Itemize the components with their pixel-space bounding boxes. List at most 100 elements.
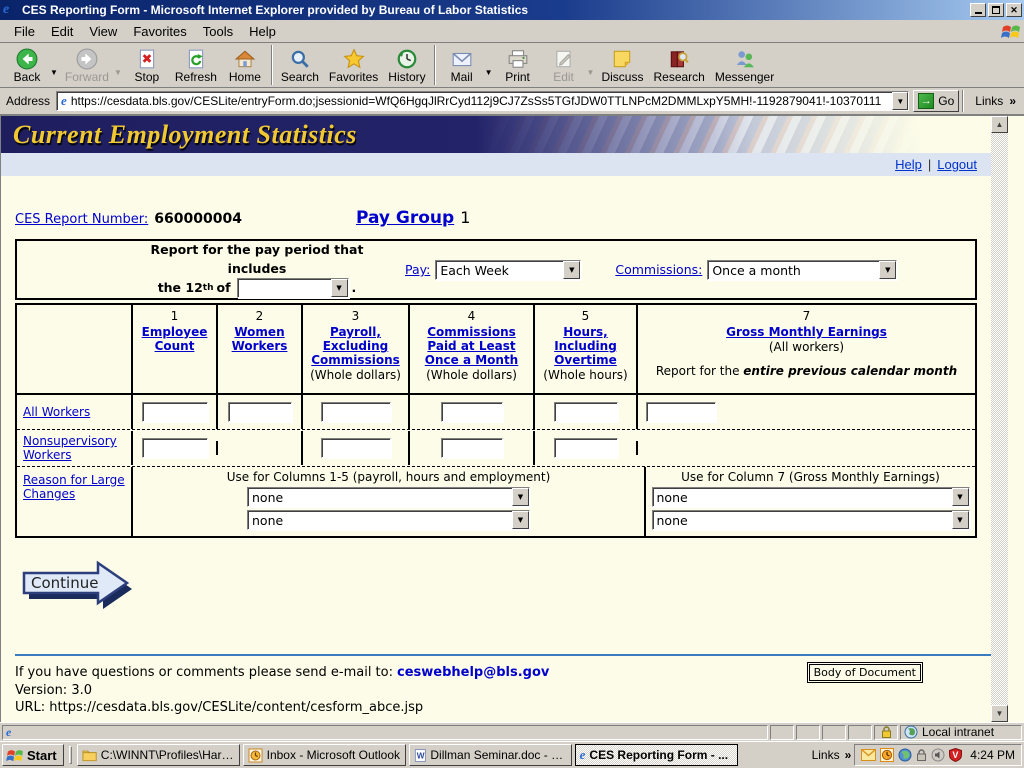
task-word-window[interactable]: W Dillman Seminar.doc - Mic... <box>409 744 572 766</box>
ns-payroll-input[interactable] <box>321 438 391 458</box>
maximize-button[interactable] <box>988 3 1004 17</box>
scroll-down-icon[interactable]: ▼ <box>991 705 1008 722</box>
discuss-icon <box>611 48 633 70</box>
aw-employee-count-input[interactable] <box>142 402 208 422</box>
menu-tools[interactable]: Tools <box>195 22 241 41</box>
hours-link[interactable]: Hours, Including Overtime <box>554 325 617 367</box>
header-payroll: 3 Payroll, Excluding Commissions (Whole … <box>301 305 408 393</box>
back-button[interactable]: Back <box>4 45 50 86</box>
forward-dropdown-icon[interactable]: ▼ <box>114 68 122 77</box>
aw-women-workers-input[interactable] <box>228 402 292 422</box>
ns-employee-count-input[interactable] <box>142 438 208 458</box>
chevron-double-icon[interactable]: » <box>845 748 852 762</box>
pay-frequency-select[interactable]: Each Week ▼ <box>435 260 581 280</box>
ces-report-number-link[interactable]: CES Report Number: <box>15 212 148 227</box>
favorites-button[interactable]: Favorites <box>324 45 383 86</box>
menu-edit[interactable]: Edit <box>43 22 81 41</box>
history-button[interactable]: History <box>383 45 430 86</box>
dropdown-arrow-icon[interactable]: ▼ <box>879 261 896 279</box>
aw-hours-input[interactable] <box>554 402 618 422</box>
women-workers-link[interactable]: Women Workers <box>232 325 288 353</box>
nonsupervisory-link[interactable]: Nonsupervisory Workers <box>23 434 117 462</box>
dropdown-arrow-icon[interactable]: ▼ <box>952 488 969 506</box>
print-button[interactable]: Print <box>495 45 541 86</box>
ns-hours-input[interactable] <box>554 438 618 458</box>
address-input[interactable] <box>71 93 892 109</box>
edit-dropdown-icon[interactable]: ▼ <box>587 68 595 77</box>
aw-gross-earnings-input[interactable] <box>646 402 716 422</box>
home-button[interactable]: Home <box>222 45 268 86</box>
employee-count-link[interactable]: Employee Count <box>142 325 208 353</box>
taskbar-links-toolbar[interactable]: Links » <box>812 748 852 762</box>
title-bar: e CES Reporting Form - Microsoft Interne… <box>0 0 1024 20</box>
help-link[interactable]: Help <box>895 157 922 172</box>
menu-view[interactable]: View <box>81 22 125 41</box>
chevron-double-icon[interactable]: » <box>1009 94 1016 108</box>
commissions-link[interactable]: Commissions: <box>615 262 702 277</box>
dropdown-arrow-icon[interactable]: ▼ <box>512 488 529 506</box>
outlook-icon <box>248 748 263 763</box>
back-dropdown-icon[interactable]: ▼ <box>50 68 58 77</box>
task-ces-window[interactable]: e CES Reporting Form - ... <box>575 744 738 766</box>
pay-group-link[interactable]: Pay Group <box>356 208 454 228</box>
reason-col-7-select-1[interactable]: none ▼ <box>652 487 970 507</box>
folder-icon <box>82 748 97 762</box>
help-email-link[interactable]: ceswebhelp@bls.gov <box>397 665 549 680</box>
pay-link[interactable]: Pay: <box>405 262 430 277</box>
dropdown-arrow-icon[interactable]: ▼ <box>512 511 529 529</box>
reason-cols-1-5-select-2[interactable]: none ▼ <box>247 510 530 530</box>
menu-file[interactable]: File <box>6 22 43 41</box>
menu-favorites[interactable]: Favorites <box>125 22 194 41</box>
all-workers-link[interactable]: All Workers <box>23 405 90 419</box>
header-women-workers: 2 Women Workers <box>216 305 301 393</box>
start-button[interactable]: Start <box>2 744 64 766</box>
tray-volume-icon <box>931 748 945 762</box>
help-bar: Help | Logout <box>1 153 991 176</box>
clock[interactable]: 4:24 PM <box>970 748 1015 762</box>
reason-cols-1-5-select-1[interactable]: none ▼ <box>247 487 530 507</box>
discuss-button[interactable]: Discuss <box>596 45 648 86</box>
mail-dropdown-icon[interactable]: ▼ <box>485 68 493 77</box>
reason-large-changes-link[interactable]: Reason for Large Changes <box>23 473 125 501</box>
pay-period-month-select[interactable]: ▼ <box>237 278 349 298</box>
continue-button[interactable]: Continue <box>19 560 137 610</box>
stop-button[interactable]: Stop <box>124 45 170 86</box>
refresh-button[interactable]: Refresh <box>170 45 222 86</box>
minimize-button[interactable] <box>970 3 986 17</box>
dropdown-arrow-icon[interactable]: ▼ <box>563 261 580 279</box>
logout-link[interactable]: Logout <box>937 157 977 172</box>
messenger-button[interactable]: Messenger <box>710 45 779 86</box>
body-of-document-button[interactable]: Body of Document <box>809 664 921 681</box>
dropdown-arrow-icon[interactable]: ▼ <box>331 279 348 297</box>
links-toolbar[interactable]: Links » <box>967 94 1020 108</box>
research-button[interactable]: Research <box>648 45 709 86</box>
mail-button[interactable]: Mail <box>439 45 485 86</box>
aw-commissions-input[interactable] <box>441 402 503 422</box>
go-button[interactable]: → Go <box>913 90 959 112</box>
taskbar-grip <box>69 746 72 764</box>
commissions-paid-link[interactable]: Commissions Paid at Least Once a Month <box>425 325 518 367</box>
menu-help[interactable]: Help <box>241 22 284 41</box>
search-button[interactable]: Search <box>276 45 324 86</box>
task-outlook-window[interactable]: Inbox - Microsoft Outlook <box>243 744 406 766</box>
report-table: 1 Employee Count 2 Women Workers 3 Payro… <box>15 303 977 538</box>
gross-earnings-link[interactable]: Gross Monthly Earnings <box>726 325 887 339</box>
scroll-up-icon[interactable]: ▲ <box>991 116 1008 133</box>
reason-cols-1-5-zone: Use for Columns 1-5 (payroll, hours and … <box>131 467 644 536</box>
address-dropdown-icon[interactable]: ▼ <box>892 92 908 110</box>
forward-button[interactable]: Forward <box>60 45 114 86</box>
payroll-link[interactable]: Payroll, Excluding Commissions <box>311 325 400 367</box>
ns-commissions-input[interactable] <box>441 438 503 458</box>
close-button[interactable]: ✕ <box>1006 3 1022 17</box>
reason-col-7-select-2[interactable]: none ▼ <box>652 510 970 530</box>
commissions-select[interactable]: Once a month ▼ <box>707 260 897 280</box>
pay-period-dot: . <box>352 279 357 298</box>
favorites-icon <box>343 48 365 70</box>
vertical-scrollbar[interactable]: ▲ ▼ <box>991 116 1008 722</box>
edit-button[interactable]: Edit <box>541 45 587 86</box>
all-workers-row: All Workers <box>17 395 975 430</box>
aw-payroll-input[interactable] <box>321 402 391 422</box>
dropdown-arrow-icon[interactable]: ▼ <box>952 511 969 529</box>
word-icon: W <box>414 748 427 763</box>
task-explorer-window[interactable]: C:\WINNT\Profiles\Harre... <box>77 744 240 766</box>
